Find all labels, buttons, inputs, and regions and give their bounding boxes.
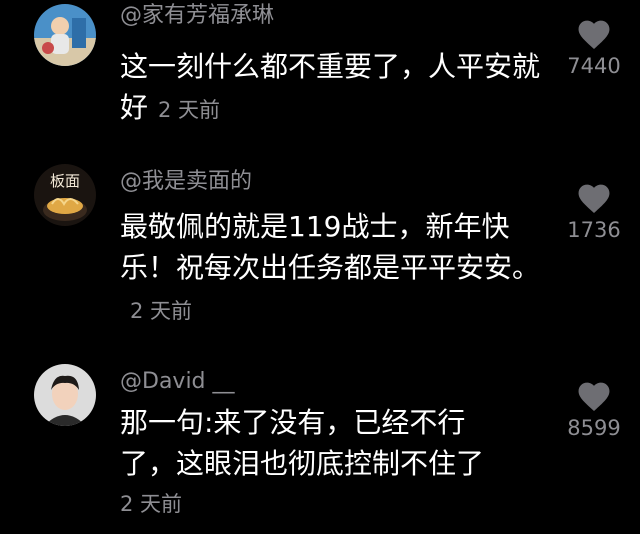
comment-text: 那一句:来了没有，已经不行了，这眼泪也彻底控制不住了 xyxy=(120,402,520,484)
avatar[interactable] xyxy=(34,364,96,426)
comment-item: @家有芳福承琳 这一刻什么都不重要了，人平安就好 2 天前 7440 xyxy=(0,0,640,150)
like-count: 7440 xyxy=(567,54,621,78)
like-button[interactable]: 1736 xyxy=(558,180,630,242)
comment-username[interactable]: @家有芳福承琳 xyxy=(120,2,274,30)
heart-icon[interactable] xyxy=(558,180,630,214)
comment-username[interactable]: @我是卖面的 xyxy=(120,168,252,196)
comment-text: 最敬佩的就是119战士，新年快乐！祝每次出任务都是平平安安。 2 天前 xyxy=(120,206,540,332)
like-button[interactable]: 8599 xyxy=(558,378,630,440)
heart-icon[interactable] xyxy=(558,16,630,50)
heart-icon[interactable] xyxy=(558,378,630,412)
comment-time: 2 天前 xyxy=(158,98,221,122)
like-button[interactable]: 7440 xyxy=(558,16,630,78)
comment-body: 最敬佩的就是119战士，新年快乐！祝每次出任务都是平平安安。 xyxy=(120,210,541,284)
avatar[interactable]: 板面 xyxy=(34,164,96,226)
comment-time: 2 天前 xyxy=(130,299,193,323)
like-count: 8599 xyxy=(567,416,621,440)
avatar-logo-text: 板面 xyxy=(50,172,80,190)
comment-item: @David __ 那一句:来了没有，已经不行了，这眼泪也彻底控制不住了 2 天… xyxy=(0,350,640,534)
comment-username[interactable]: @David __ xyxy=(120,368,235,396)
like-count: 1736 xyxy=(567,218,621,242)
comment-text: 这一刻什么都不重要了，人平安就好 2 天前 xyxy=(120,46,540,131)
comment-item: 板面 @我是卖面的 最敬佩的就是119战士，新年快乐！祝每次出任务都是平平安安。… xyxy=(0,150,640,340)
comment-time: 2 天前 xyxy=(120,492,183,516)
comment-body: 那一句:来了没有，已经不行了，这眼泪也彻底控制不住了 xyxy=(120,406,485,480)
avatar[interactable] xyxy=(34,4,96,66)
